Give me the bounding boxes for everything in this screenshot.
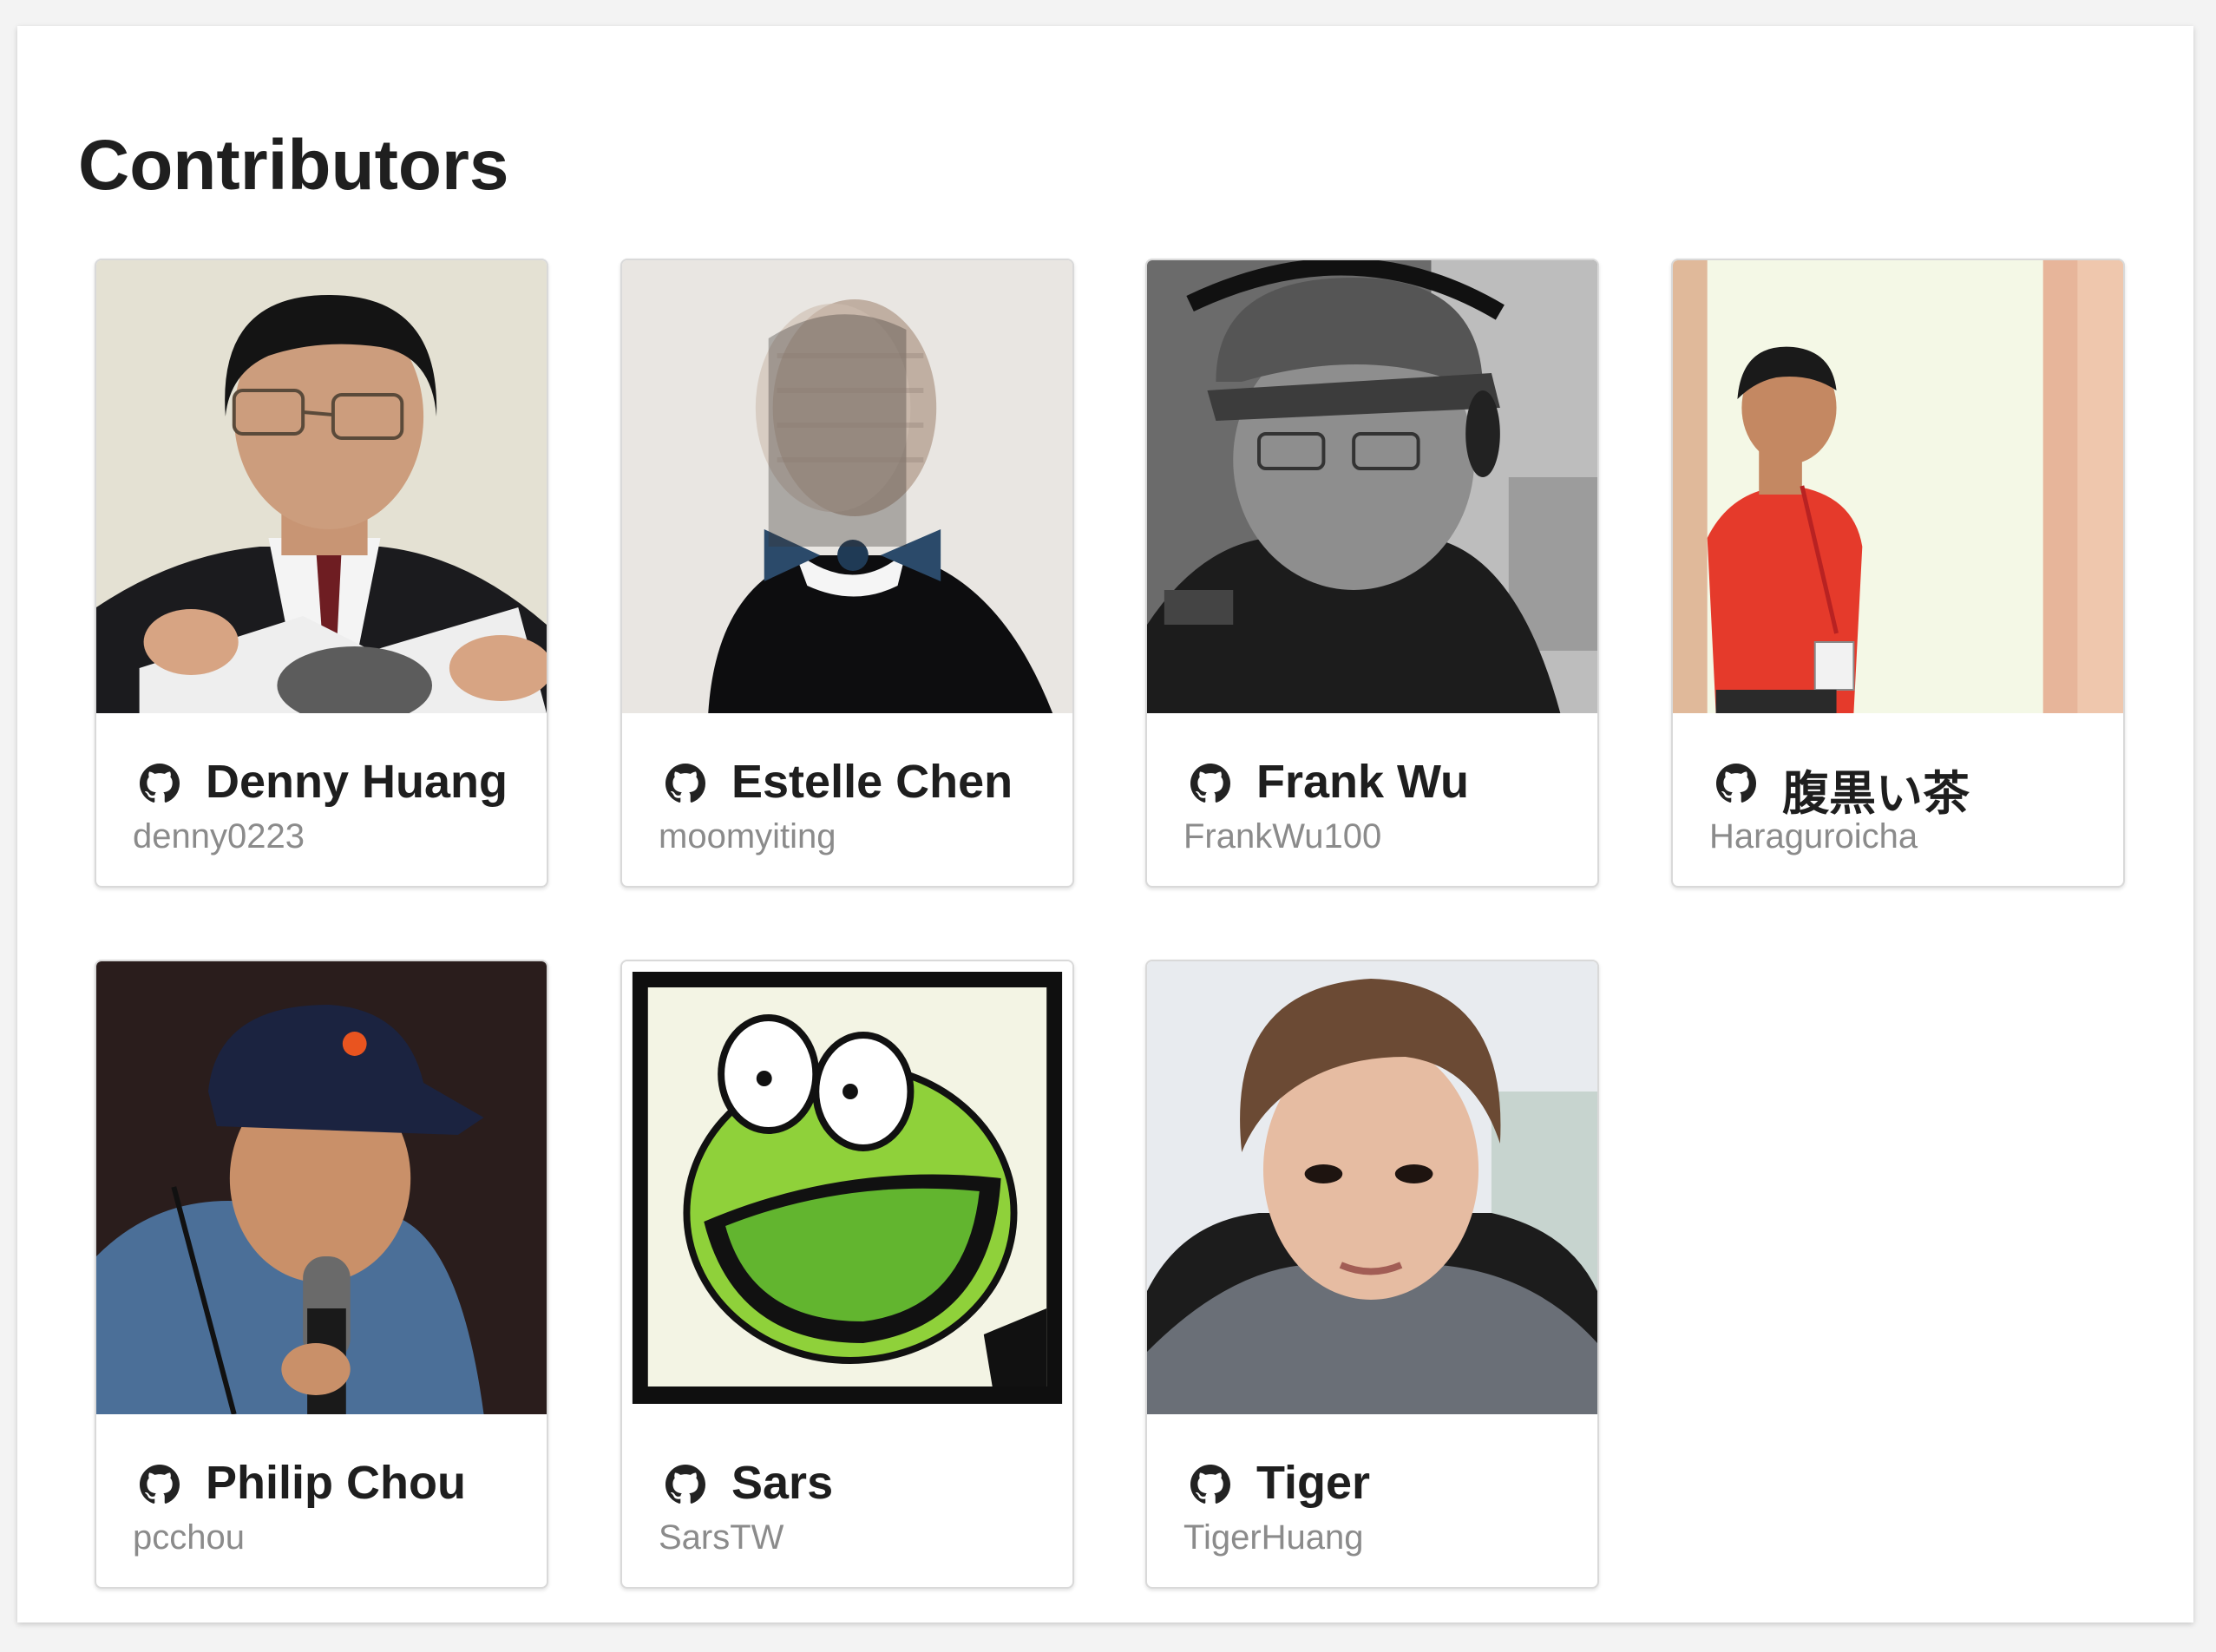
contributor-name: Frank Wu xyxy=(1256,756,1470,808)
github-icon[interactable] xyxy=(1190,764,1230,803)
contributor-name: Tiger xyxy=(1256,1457,1371,1509)
page-title: Contributors xyxy=(78,126,509,205)
contributor-name: Sars xyxy=(731,1457,834,1509)
github-icon[interactable] xyxy=(665,764,705,803)
avatar xyxy=(622,260,1072,713)
github-icon[interactable] xyxy=(665,1465,705,1504)
contributor-card-philip-chou[interactable]: Philip Chou pcchou xyxy=(95,960,548,1589)
avatar xyxy=(1673,260,2123,713)
contributor-card-estelle-chen[interactable]: Estelle Chen moomyiting xyxy=(620,259,1074,888)
contributor-card-tiger[interactable]: Tiger TigerHuang xyxy=(1145,960,1599,1589)
github-icon[interactable] xyxy=(1716,764,1756,803)
contributor-username: Haraguroicha xyxy=(1709,817,1918,856)
contributor-name: Philip Chou xyxy=(206,1457,466,1509)
avatar xyxy=(1147,961,1597,1414)
avatar xyxy=(622,961,1072,1414)
contributor-username: pcchou xyxy=(133,1518,245,1557)
contributor-name: 腹黒い茶 xyxy=(1782,768,1970,820)
contributor-username: SarsTW xyxy=(659,1518,784,1557)
contributor-name: Denny Huang xyxy=(206,756,508,808)
contributor-username: FrankWu100 xyxy=(1183,817,1382,856)
github-icon[interactable] xyxy=(140,764,180,803)
contributor-username: denny0223 xyxy=(133,817,305,856)
contributor-username: moomyiting xyxy=(659,817,836,856)
contributor-card-haraguroicha[interactable]: 腹黒い茶 Haraguroicha xyxy=(1671,259,2125,888)
contributor-name: Estelle Chen xyxy=(731,756,1013,808)
contributor-card-sars[interactable]: Sars SarsTW xyxy=(620,960,1074,1589)
avatar xyxy=(96,260,547,713)
avatar xyxy=(96,961,547,1414)
contributor-card-frank-wu[interactable]: Frank Wu FrankWu100 xyxy=(1145,259,1599,888)
contributor-card-denny-huang[interactable]: Denny Huang denny0223 xyxy=(95,259,548,888)
github-icon[interactable] xyxy=(140,1465,180,1504)
avatar xyxy=(1147,260,1597,713)
github-icon[interactable] xyxy=(1190,1465,1230,1504)
contributor-username: TigerHuang xyxy=(1183,1518,1364,1557)
